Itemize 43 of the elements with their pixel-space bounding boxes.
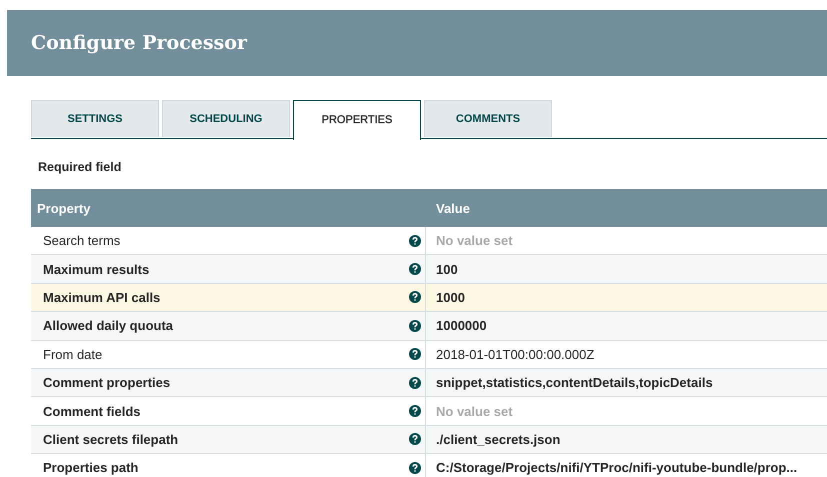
help-icon[interactable] [409,263,421,276]
property-name: Allowed daily quouta [43,318,174,334]
property-row[interactable]: Comment fields No value set [31,397,827,426]
property-row[interactable]: Comment properties snippet,statistics,contentDetails,topicDetails [31,368,827,398]
help-icon[interactable] [409,376,421,389]
property-value: No value set [436,233,513,248]
property-row[interactable]: Maximum results 100 [31,255,827,284]
tab[interactable]: SCHEDULING [162,100,290,137]
window-title: Configure Processor [31,32,247,54]
property-name: Comment fields [43,404,142,419]
required-field-legend: Required field [38,160,827,176]
property-row[interactable]: From date 2018-01-01T00:00:00.000Z [31,340,827,369]
property-row[interactable]: Search terms No value set [31,227,827,256]
property-name: Search terms [43,233,122,248]
help-icon[interactable] [409,291,421,304]
tab[interactable]: PROPERTIES [293,100,421,140]
property-value: C:/Storage/Projects/nifi/YTProc/nifi-youtube-bundle/prop... [436,460,798,476]
help-icon[interactable] [409,433,421,446]
help-icon[interactable] [409,348,421,360]
property-value: snippet,statistics,contentDetails,topicDetails [436,375,713,390]
property-name: Maximum API calls [43,290,162,305]
property-name: Maximum results [43,262,150,277]
column-header: Property [36,200,92,216]
property-name: Comment properties [43,375,172,390]
property-value: 2018-01-01T00:00:00.000Z [436,346,594,362]
property-name: From date [43,346,104,362]
property-row[interactable]: Maximum API calls 1000 [31,284,827,312]
property-value: 1000 [436,290,465,305]
property-value: 1000000 [436,318,487,334]
property-value: ./client_secrets.json [436,432,560,447]
property-value: No value set [436,404,513,419]
help-icon[interactable] [409,462,421,474]
tab[interactable]: SETTINGS [31,100,159,137]
property-value: 100 [436,262,458,277]
property-row[interactable]: Client secrets filepath ./client_secrets.json [31,426,827,454]
property-name: Client secrets filepath [43,432,180,447]
property-name: Properties path [43,460,140,476]
column-header: Value [435,200,471,216]
help-icon[interactable] [409,320,421,332]
tab[interactable]: COMMENTS [424,100,552,137]
help-icon[interactable] [409,405,421,418]
help-icon[interactable] [409,234,421,247]
property-row[interactable]: Allowed daily quouta 1000000 [31,312,827,341]
